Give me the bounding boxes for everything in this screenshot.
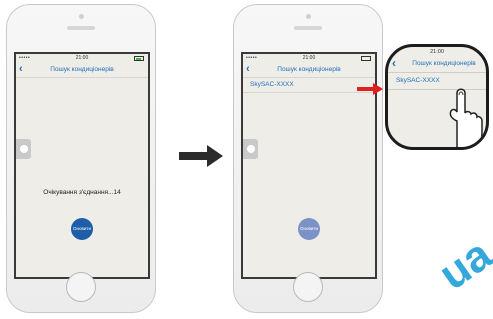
speaker-grille — [67, 26, 95, 30]
speaker-grille — [294, 26, 322, 30]
status-bar: ••••• 21:00 — [16, 54, 148, 63]
battery-icon — [134, 56, 144, 61]
home-button[interactable] — [293, 272, 323, 302]
assistive-touch-button[interactable] — [16, 139, 31, 159]
finger-tap-icon — [449, 88, 483, 147]
nav-bar: ‹ Пошук кондиціонерів — [16, 63, 148, 78]
arrow-right-icon — [179, 145, 223, 167]
assistive-touch-dot-icon — [20, 145, 28, 153]
back-chevron-icon: ‹ — [392, 56, 396, 70]
camera-dot — [78, 14, 84, 19]
home-button[interactable] — [66, 272, 96, 302]
assistive-touch-dot-icon — [247, 145, 255, 153]
assistive-touch-button[interactable] — [243, 139, 258, 159]
connection-status: Очікування з'єднання...14 — [43, 189, 121, 196]
pointer-arrow-icon — [357, 83, 383, 95]
refresh-button[interactable]: Оновити — [298, 218, 320, 240]
status-time: 21:00 — [302, 55, 316, 61]
nav-title: Пошук кондиціонерів — [50, 66, 114, 73]
zoom-nav-title: Пошук кондиціонерів — [412, 60, 476, 67]
status-time: 21:00 — [75, 55, 89, 61]
refresh-button[interactable]: Оновити — [71, 218, 93, 240]
screen-left: ••••• 21:00 ‹ Пошук кондиціонерів Очікув… — [14, 52, 150, 279]
phone-right: ••••• 21:00 ‹ Пошук кондиціонерів SkySAC… — [233, 4, 383, 313]
status-bar: ••••• 21:00 — [243, 54, 375, 63]
nav-bar: ‹ Пошук кондиціонерів — [243, 63, 375, 78]
zoom-nav-bar: ‹ Пошук кондиціонерів — [388, 56, 486, 73]
battery-icon — [361, 56, 371, 61]
zoom-status-time: 21:00 — [430, 49, 444, 55]
zoom-callout: 21:00 ‹ Пошук кондиціонерів SkySAC-XXXX — [385, 44, 489, 150]
camera-dot — [305, 14, 311, 19]
watermark-text: ua — [430, 229, 493, 300]
nav-title: Пошук кондиціонерів — [277, 66, 341, 73]
device-list-item[interactable]: SkySAC-XXXX — [243, 78, 375, 93]
phone-left: ••••• 21:00 ‹ Пошук кондиціонерів Очікув… — [6, 4, 156, 313]
